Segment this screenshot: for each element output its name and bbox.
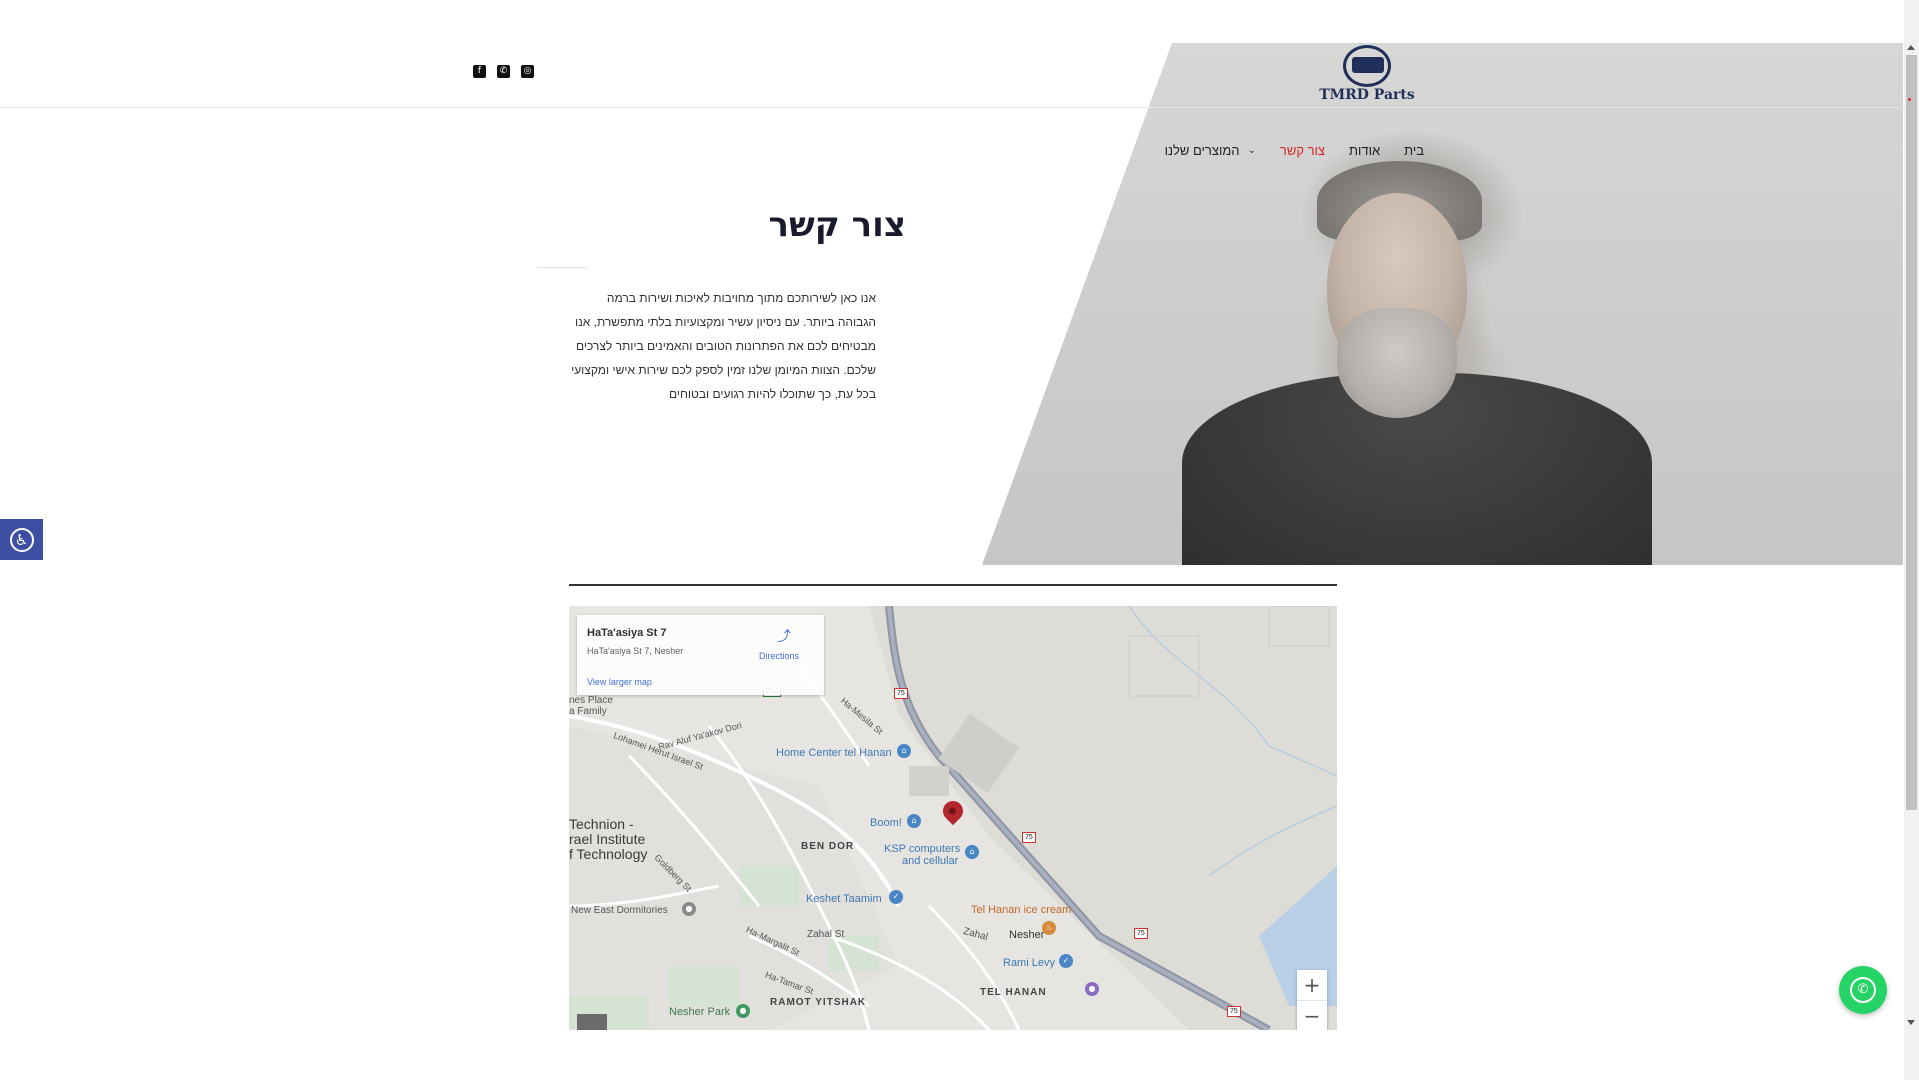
map-label: nes Place <box>569 695 613 706</box>
map-label: f Technology <box>569 846 648 862</box>
place-address: HaTa'asiya St 7, Nesher <box>587 646 684 656</box>
directions-icon[interactable]: ⤴ <box>777 629 791 643</box>
facebook-icon[interactable]: f <box>473 65 486 78</box>
whatsapp-icon: ✆ <box>1850 977 1876 1003</box>
page-scrollbar[interactable] <box>1904 0 1919 1080</box>
accessibility-icon: ♿ <box>9 527 34 552</box>
street-view-thumbnail[interactable] <box>577 1014 607 1030</box>
social-links: f ✆ ◎ <box>473 65 534 78</box>
park-poi-icon[interactable]: ● <box>736 1004 750 1018</box>
map-label: Technion - <box>569 816 634 832</box>
zoom-in-button[interactable]: + <box>1297 970 1327 1000</box>
main-nav: בית אודות צור קשר ⌄ המוצרים שלנו <box>1160 140 1424 160</box>
shopping-poi-icon[interactable]: ⌂ <box>965 845 979 859</box>
map-zoom-controls: + − <box>1297 970 1327 1030</box>
logo-text: TMRD Parts <box>1319 87 1415 103</box>
map-label: BEN DOR <box>801 841 855 852</box>
view-larger-map-link[interactable]: View larger map <box>587 677 652 687</box>
intro-line: מבטיחים לכם את הפתרונות הטובים והאמינים … <box>575 339 876 353</box>
embedded-map[interactable]: 75 752 75 75 75 Technion - rael Institut… <box>569 606 1337 1030</box>
map-label: New East Dormitories <box>571 905 668 916</box>
intro-line: בכל עת, כך שתוכלו להיות רגועים ובטוחים <box>668 387 876 401</box>
whatsapp-chat-button[interactable]: ✆ <box>1839 966 1887 1014</box>
instagram-icon[interactable]: ◎ <box>521 65 534 78</box>
intro-line: הגבוהה ביותר. עם ניסיון עשיר ומקצועיות ב… <box>574 315 876 329</box>
map-label: Tel Hanan ice cream <box>971 904 1072 916</box>
place-poi-icon[interactable]: ● <box>1085 982 1099 996</box>
route-75-shield: 75 <box>894 688 908 699</box>
title-divider <box>537 267 587 268</box>
place-name: HaTa'asiya St 7 <box>587 627 667 639</box>
map-label: KSP computers <box>884 843 961 855</box>
chevron-down-icon[interactable]: ⌄ <box>1248 145 1256 156</box>
hero-photo <box>982 43 1903 565</box>
map-label: TEL HANAN <box>980 987 1047 998</box>
nav-item-home[interactable]: בית <box>1404 143 1424 158</box>
map-label: Nesher Park <box>669 1006 731 1018</box>
route-75-shield: 75 <box>1134 928 1148 939</box>
scrollbar-thumb[interactable] <box>1906 55 1917 810</box>
scroll-down-icon[interactable] <box>1907 1020 1915 1025</box>
hero-beard <box>1337 308 1457 418</box>
map-label: and cellular <box>902 855 959 867</box>
cart-poi-icon[interactable]: ✓ <box>1059 954 1073 968</box>
map-label: Nesher <box>1009 929 1045 941</box>
route-75-shield: 75 <box>1227 1006 1241 1017</box>
nav-item-about[interactable]: אודות <box>1349 143 1380 158</box>
map-label: Zahal St <box>807 929 845 940</box>
map-label: Home Center tel Hanan <box>776 747 892 759</box>
map-label: Rami Levy <box>1003 957 1055 969</box>
map-divider <box>569 584 1337 586</box>
map-label: Keshet Taamim <box>806 893 882 905</box>
whatsapp-icon[interactable]: ✆ <box>497 65 510 78</box>
scroll-up-icon[interactable] <box>1907 45 1915 50</box>
place-poi-icon[interactable]: ● <box>682 902 696 916</box>
contact-intro: אנו כאן לשירותכם מתוך מחויבות לאיכות ושי… <box>565 286 876 406</box>
map-label: RAMOT YITSHAK <box>770 997 867 1008</box>
map-label: rael Institute <box>569 831 646 847</box>
map-label: a Family <box>569 706 607 717</box>
accessibility-button[interactable]: ♿ <box>0 519 43 560</box>
scroll-marker <box>1908 98 1911 101</box>
zoom-out-button[interactable]: − <box>1297 1000 1327 1030</box>
directions-link[interactable]: Directions <box>759 651 799 661</box>
food-poi-icon[interactable]: ♨ <box>1042 921 1056 935</box>
header-divider <box>0 107 1904 108</box>
map-info-card: HaTa'asiya St 7 HaTa'asiya St 7, Nesher … <box>577 615 824 695</box>
shopping-poi-icon[interactable]: ⌂ <box>907 814 921 828</box>
cart-poi-icon[interactable]: ✓ <box>889 890 903 904</box>
page-title: צור קשר <box>768 205 906 245</box>
site-logo[interactable]: TMRD Parts <box>1316 43 1418 107</box>
intro-line: אנו כאן לשירותכם מתוך מחויבות לאיכות ושי… <box>606 291 876 305</box>
map-label: Boom! <box>870 817 902 829</box>
intro-line: שלכם. הצוות המיומן שלנו זמין לספק לכם שי… <box>571 363 876 377</box>
route-75-shield: 75 <box>1022 832 1036 843</box>
truck-icon <box>1352 57 1384 73</box>
nav-item-products[interactable]: המוצרים שלנו <box>1165 143 1240 158</box>
nav-item-contact[interactable]: צור קשר <box>1280 143 1325 158</box>
shopping-poi-icon[interactable]: ⌂ <box>897 744 911 758</box>
